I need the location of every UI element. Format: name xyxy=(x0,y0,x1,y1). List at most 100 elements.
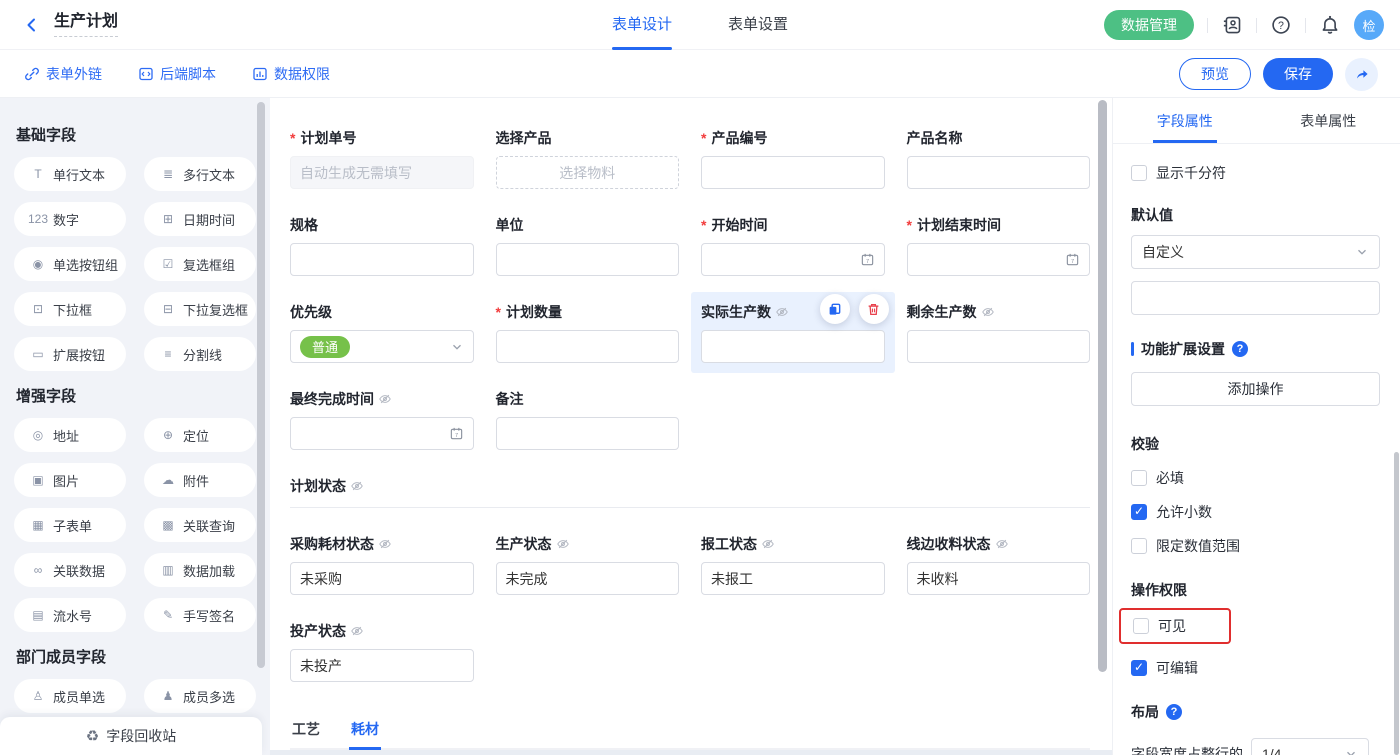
text-input[interactable] xyxy=(290,243,474,276)
validation-row-0[interactable]: 必填 xyxy=(1131,468,1380,488)
help-button[interactable]: ? xyxy=(1270,14,1292,36)
field-type-下拉框[interactable]: ⊡ 下拉框 xyxy=(14,292,126,326)
text-input[interactable]: 未投产 xyxy=(290,649,474,682)
field-type-多行文本[interactable]: ≣ 多行文本 xyxy=(144,157,256,191)
checkbox[interactable] xyxy=(1131,538,1147,554)
extension-help-icon[interactable]: ? xyxy=(1232,341,1248,357)
field-type-子表单[interactable]: ▦ 子表单 xyxy=(14,508,126,542)
text-input[interactable]: 未报工 xyxy=(701,562,885,595)
text-input[interactable] xyxy=(496,330,680,363)
canvas-field-计划数量[interactable]: *计划数量 xyxy=(496,302,680,363)
date-input[interactable]: 7 xyxy=(701,243,885,276)
field-type-流水号[interactable]: ▤ 流水号 xyxy=(14,598,126,632)
canvas-field-生产状态[interactable]: 生产状态未完成 xyxy=(496,534,680,595)
field-type-分割线[interactable]: ≡ 分割线 xyxy=(144,337,256,371)
field-type-成员多选[interactable]: ♟ 成员多选 xyxy=(144,679,256,713)
field-type-定位[interactable]: ⊕ 定位 xyxy=(144,418,256,452)
field-type-单行文本[interactable]: T 单行文本 xyxy=(14,157,126,191)
validation-row-2[interactable]: 限定数值范围 xyxy=(1131,536,1380,556)
share-button[interactable] xyxy=(1345,58,1378,91)
delete-field-button[interactable] xyxy=(859,294,889,324)
canvas-field-开始时间[interactable]: *开始时间7 xyxy=(701,215,885,276)
copy-field-button[interactable] xyxy=(820,294,850,324)
tab-form-design[interactable]: 表单设计 xyxy=(612,0,672,50)
canvas-field-实际生产数[interactable]: 实际生产数 xyxy=(691,292,895,373)
field-type-复选框组[interactable]: ☑ 复选框组 xyxy=(144,247,256,281)
date-input[interactable]: 7 xyxy=(290,417,474,450)
canvas-field-产品编号[interactable]: *产品编号 xyxy=(701,128,885,189)
layout-help-icon[interactable]: ? xyxy=(1166,704,1182,720)
canvas-field-投产状态[interactable]: 投产状态未投产 xyxy=(290,621,474,682)
checkbox[interactable] xyxy=(1133,618,1149,634)
text-input[interactable] xyxy=(907,330,1091,363)
permission-row-1[interactable]: 可编辑 xyxy=(1131,658,1380,678)
priority-select[interactable]: 普通 xyxy=(290,330,474,363)
field-type-下拉复选框[interactable]: ⊟ 下拉复选框 xyxy=(144,292,256,326)
default-value-select[interactable]: 自定义 xyxy=(1131,235,1380,269)
toolbar-link-1[interactable]: 后端脚本 xyxy=(138,64,216,84)
subform-tab-1[interactable]: 耗材 xyxy=(349,710,381,748)
field-type-关联数据[interactable]: ∞ 关联数据 xyxy=(14,553,126,587)
text-input[interactable]: 未采购 xyxy=(290,562,474,595)
sidebar-scrollbar[interactable] xyxy=(257,102,265,668)
field-recycle-bin[interactable]: ♻ 字段回收站 xyxy=(0,717,262,755)
checkbox[interactable] xyxy=(1131,470,1147,486)
canvas-field-采购耗材状态[interactable]: 采购耗材状态未采购 xyxy=(290,534,474,595)
date-input[interactable]: 7 xyxy=(907,243,1091,276)
canvas-scrollbar[interactable] xyxy=(1098,100,1107,672)
canvas-field-线边收料状态[interactable]: 线边收料状态未收料 xyxy=(907,534,1091,595)
canvas-field-优先级[interactable]: 优先级普通 xyxy=(290,302,474,363)
add-operation-button[interactable]: 添加操作 xyxy=(1131,372,1380,406)
tab-field-properties[interactable]: 字段属性 xyxy=(1113,98,1257,143)
field-type-扩展按钮[interactable]: ▭ 扩展按钮 xyxy=(14,337,126,371)
permission-row-0[interactable]: 可见 xyxy=(1133,616,1219,636)
canvas-field-产品名称[interactable]: 产品名称 xyxy=(907,128,1091,189)
canvas-field-备注[interactable]: 备注 xyxy=(496,389,680,450)
section-field-计划状态[interactable]: 计划状态 xyxy=(290,476,1090,508)
field-type-单选按钮组[interactable]: ◉ 单选按钮组 xyxy=(14,247,126,281)
select-product-button[interactable]: 选择物料 xyxy=(496,156,680,189)
text-input[interactable]: 未收料 xyxy=(907,562,1091,595)
canvas-field-报工状态[interactable]: 报工状态未报工 xyxy=(701,534,885,595)
checkbox[interactable] xyxy=(1131,165,1147,181)
save-button[interactable]: 保存 xyxy=(1263,58,1333,90)
field-type-图片[interactable]: ▣ 图片 xyxy=(14,463,126,497)
notification-button[interactable] xyxy=(1319,14,1341,36)
field-type-日期时间[interactable]: ⊞ 日期时间 xyxy=(144,202,256,236)
text-input[interactable]: 未完成 xyxy=(496,562,680,595)
field-type-数据加载[interactable]: ▥ 数据加载 xyxy=(144,553,256,587)
canvas-field-选择产品[interactable]: 选择产品选择物料 xyxy=(496,128,680,189)
back-button[interactable] xyxy=(22,15,42,35)
canvas-field-计划单号[interactable]: *计划单号自动生成无需填写 xyxy=(290,128,474,189)
canvas-field-单位[interactable]: 单位 xyxy=(496,215,680,276)
field-type-关联查询[interactable]: ▩ 关联查询 xyxy=(144,508,256,542)
toolbar-link-2[interactable]: 数据权限 xyxy=(252,64,330,84)
window-scrollbar[interactable] xyxy=(1394,452,1399,755)
canvas-field-最终完成时间[interactable]: 最终完成时间7 xyxy=(290,389,474,450)
subform-tab-0[interactable]: 工艺 xyxy=(290,710,322,748)
checkbox[interactable] xyxy=(1131,504,1147,520)
toolbar-link-0[interactable]: 表单外链 xyxy=(24,64,102,84)
user-avatar[interactable]: 检 xyxy=(1354,10,1384,40)
tab-form-settings[interactable]: 表单设置 xyxy=(728,0,788,50)
canvas-field-计划结束时间[interactable]: *计划结束时间7 xyxy=(907,215,1091,276)
text-input[interactable] xyxy=(496,417,680,450)
field-type-手写签名[interactable]: ✎ 手写签名 xyxy=(144,598,256,632)
field-width-select[interactable]: 1/4 xyxy=(1251,738,1369,755)
text-input[interactable] xyxy=(701,330,885,363)
field-type-附件[interactable]: ☁ 附件 xyxy=(144,463,256,497)
checkbox[interactable] xyxy=(1131,660,1147,676)
text-input[interactable] xyxy=(496,243,680,276)
field-type-成员单选[interactable]: ♙ 成员单选 xyxy=(14,679,126,713)
default-value-input[interactable] xyxy=(1131,281,1380,315)
preview-button[interactable]: 预览 xyxy=(1179,58,1251,90)
address-book-button[interactable] xyxy=(1221,14,1243,36)
data-manage-button[interactable]: 数据管理 xyxy=(1104,10,1194,40)
thousand-separator-checkbox-row[interactable]: 显示千分符 xyxy=(1131,163,1380,183)
canvas-field-剩余生产数[interactable]: 剩余生产数 xyxy=(907,302,1091,363)
canvas-field-规格[interactable]: 规格 xyxy=(290,215,474,276)
text-input[interactable] xyxy=(907,156,1091,189)
field-type-地址[interactable]: ◎ 地址 xyxy=(14,418,126,452)
validation-row-1[interactable]: 允许小数 xyxy=(1131,502,1380,522)
text-input[interactable] xyxy=(701,156,885,189)
